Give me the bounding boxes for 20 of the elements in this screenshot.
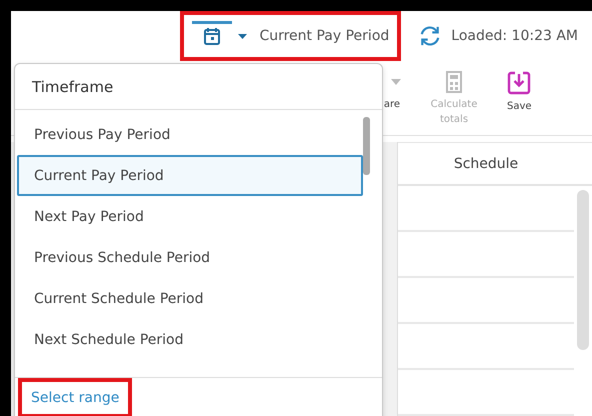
scrollbar-thumb[interactable] <box>577 190 589 350</box>
timeframe-option[interactable]: Next Pay Period <box>17 196 363 237</box>
calculator-icon <box>446 71 462 93</box>
column-header: Schedule <box>398 142 592 186</box>
select-range-link[interactable]: Select range <box>22 382 128 414</box>
caret-icon <box>391 79 401 85</box>
timeframe-option[interactable]: Current Pay Period <box>17 155 363 196</box>
loaded-time: Loaded: 10:23 AM <box>451 28 578 44</box>
timeframe-option[interactable]: Current Schedule Period <box>17 278 363 319</box>
share-button[interactable]: are <box>383 71 401 112</box>
refresh-button[interactable] <box>419 26 442 46</box>
save-icon <box>507 71 532 95</box>
timeframe-option[interactable]: Previous Pay Period <box>17 114 363 155</box>
save-button[interactable]: Save <box>507 71 532 114</box>
dropdown-title: Timeframe <box>15 64 382 110</box>
timeframe-option[interactable]: Next Schedule Period <box>17 319 363 360</box>
timeframe-option[interactable]: Previous Schedule Period <box>17 237 363 278</box>
calendar-icon <box>204 26 220 44</box>
caret-icon <box>238 34 248 38</box>
scrollbar-thumb[interactable] <box>363 117 370 175</box>
